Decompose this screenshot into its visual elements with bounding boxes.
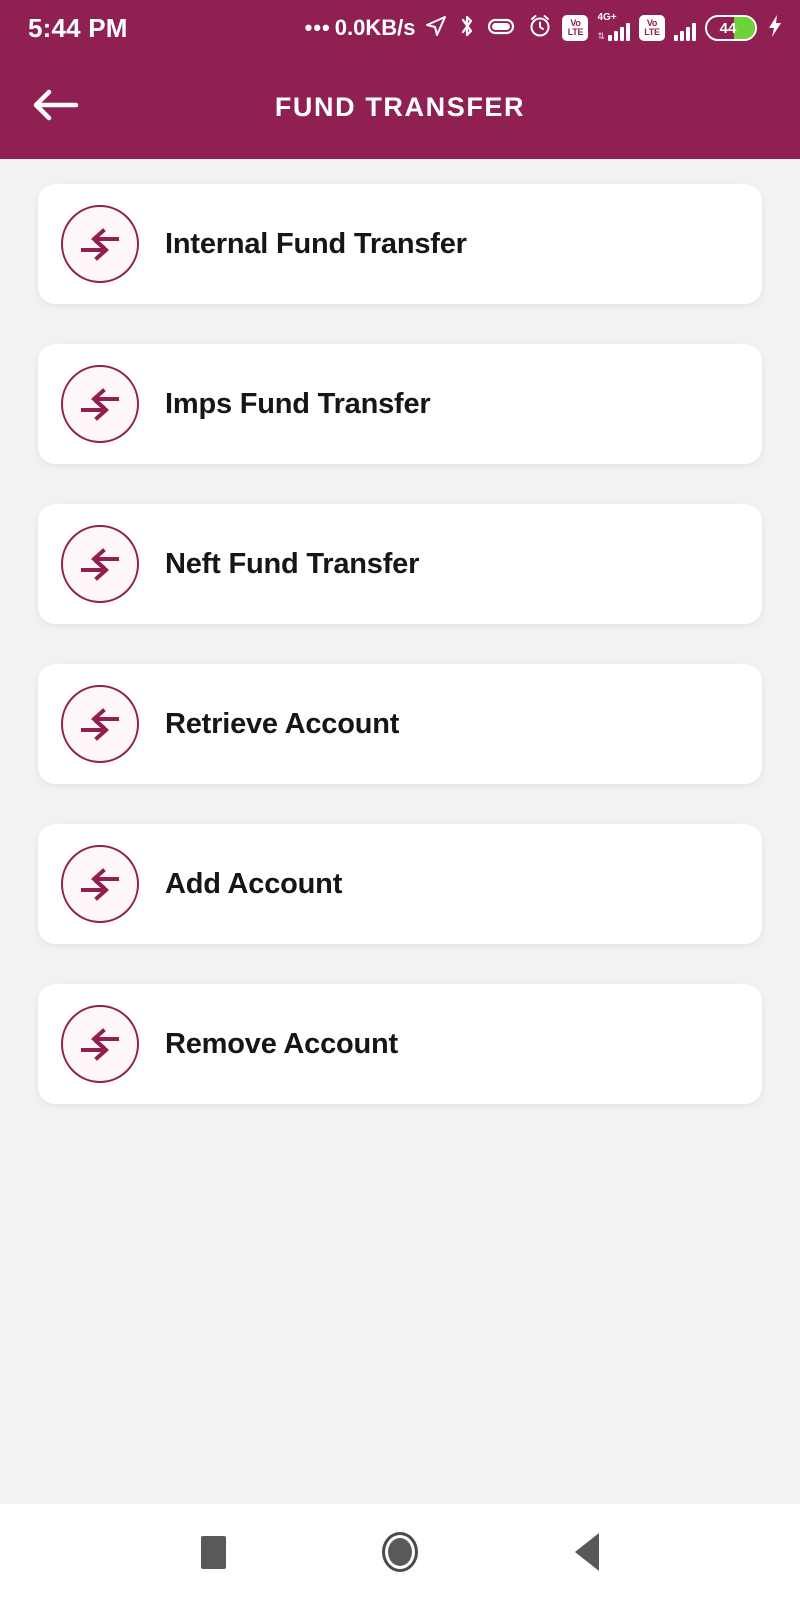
alarm-clock-icon: [527, 13, 553, 44]
transfer-arrows-icon: [61, 1005, 139, 1083]
app-bar: FUND TRANSFER: [0, 56, 800, 159]
network-activity-dots: •••: [304, 15, 331, 41]
volte-bottom-text: LTE: [567, 27, 584, 37]
network-type-label: 4G+: [597, 12, 617, 23]
network-speed-value: 0.0KB/s: [334, 15, 416, 40]
data-arrows-icon: ⇅: [597, 31, 605, 41]
battery-indicator: 44: [705, 15, 757, 41]
recents-button[interactable]: [178, 1517, 248, 1587]
back-nav-button[interactable]: [552, 1517, 622, 1587]
triangle-left-icon: [574, 1533, 599, 1571]
battery-level-text: 44: [719, 19, 737, 37]
location-arrow-icon: [424, 14, 448, 43]
menu-item-label: Neft Fund Transfer: [165, 547, 420, 580]
bluetooth-icon: [457, 14, 477, 43]
menu-item-add-account[interactable]: Add Account: [38, 824, 762, 944]
data-saver-icon: [486, 14, 518, 43]
signal-bars-sim1: [608, 21, 630, 41]
volte-sim2-icon: Vo LTE: [639, 15, 665, 41]
volte-sim1-icon: Vo LTE: [562, 15, 589, 41]
page-title: FUND TRANSFER: [274, 92, 526, 122]
volte-bottom-text-2: LTE: [644, 27, 660, 37]
menu-list: Internal Fund Transfer Imps Fund Transfe…: [0, 159, 800, 1504]
android-navigation-bar: [0, 1504, 800, 1600]
status-icons-group: ••• 0.0KB/s Vo LTE 4G+ ⇅ Vo LTE 44: [305, 12, 784, 44]
transfer-arrows-icon: [61, 525, 139, 603]
status-clock: 5:44 PM: [28, 12, 128, 43]
menu-item-label: Remove Account: [165, 1027, 399, 1060]
status-bar: 5:44 PM ••• 0.0KB/s Vo LTE 4G+ ⇅ Vo LTE …: [0, 0, 800, 56]
transfer-arrows-icon: [61, 365, 139, 443]
signal-bars-sim2: [674, 21, 696, 41]
home-button[interactable]: [365, 1517, 435, 1587]
menu-item-label: Internal Fund Transfer: [165, 227, 467, 260]
signal-sim2-icon: [674, 15, 696, 41]
transfer-arrows-icon: [61, 205, 139, 283]
transfer-arrows-icon: [61, 845, 139, 923]
menu-item-imps-fund-transfer[interactable]: Imps Fund Transfer: [38, 344, 762, 464]
phone-screen: 5:44 PM ••• 0.0KB/s Vo LTE 4G+ ⇅ Vo LTE …: [0, 0, 800, 1600]
menu-item-retrieve-account[interactable]: Retrieve Account: [38, 664, 762, 784]
menu-item-label: Add Account: [165, 867, 343, 900]
back-button[interactable]: [20, 73, 90, 143]
menu-item-label: Retrieve Account: [165, 707, 400, 740]
circle-icon: [381, 1532, 418, 1572]
transfer-arrows-icon: [61, 685, 139, 763]
menu-item-neft-fund-transfer[interactable]: Neft Fund Transfer: [38, 504, 762, 624]
menu-item-remove-account[interactable]: Remove Account: [38, 984, 762, 1104]
signal-sim1-icon: 4G+ ⇅: [597, 12, 630, 41]
network-speed-indicator: ••• 0.0KB/s: [305, 15, 416, 41]
menu-item-internal-fund-transfer[interactable]: Internal Fund Transfer: [38, 184, 762, 304]
menu-item-label: Imps Fund Transfer: [165, 387, 431, 420]
arrow-left-icon: [30, 86, 80, 129]
charging-bolt-icon: [766, 13, 784, 44]
square-icon: [200, 1535, 226, 1569]
